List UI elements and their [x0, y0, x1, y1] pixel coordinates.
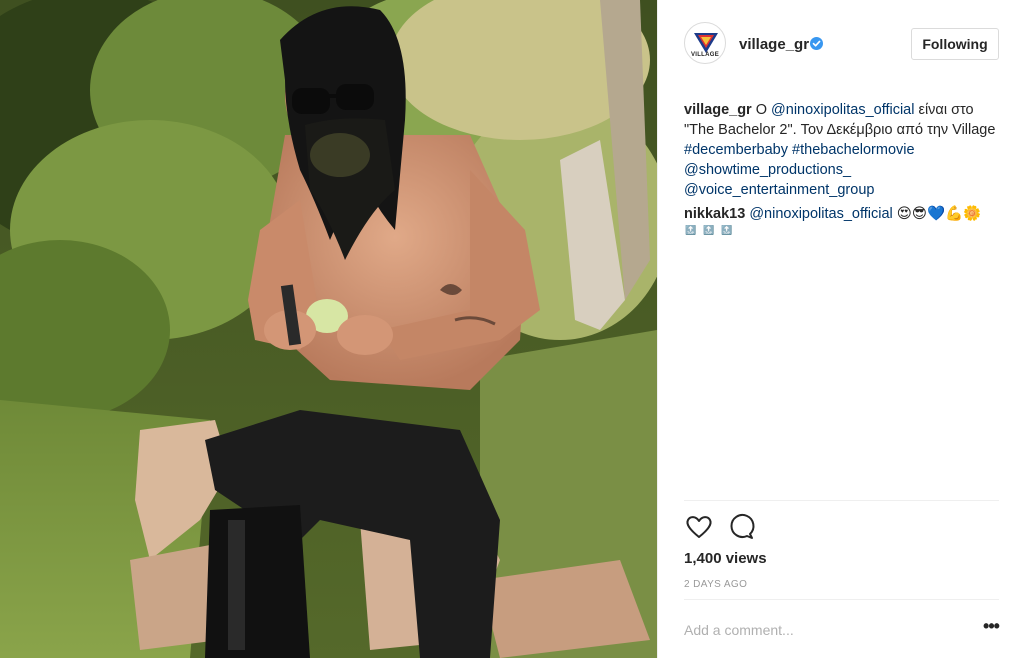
following-button[interactable]: Following — [911, 28, 999, 60]
instagram-post: VILLAGE village_gr Following village_gr … — [0, 0, 1024, 658]
author-username[interactable]: village_gr — [739, 36, 809, 53]
comment-username[interactable]: nikkak13 — [684, 206, 745, 222]
caption-text-segment: Ο — [755, 102, 772, 118]
caption-link[interactable]: @ninoxipolitas_official — [771, 102, 914, 118]
caption-link[interactable]: #thebachelormovie — [792, 142, 915, 158]
comment-mention-link[interactable]: @ninoxipolitas_official — [749, 206, 892, 222]
post-timestamp[interactable]: 2 DAYS AGO — [684, 579, 747, 590]
author-avatar[interactable]: VILLAGE — [684, 22, 726, 64]
top-arrow-icon: 🔝 — [721, 225, 733, 235]
divider — [684, 500, 999, 501]
verified-badge-icon — [810, 37, 823, 50]
top-arrow-icon: 🔝 — [703, 225, 715, 235]
top-arrow-icon: 🔝 — [685, 225, 697, 235]
post-header: VILLAGE village_gr Following — [658, 0, 1024, 88]
caption-link[interactable]: #decemberbaby — [684, 142, 788, 158]
caption-username[interactable]: village_gr — [684, 102, 752, 118]
video-frame-image — [0, 0, 657, 658]
comment-emojis: 😍😎💙💪🌼 — [896, 206, 982, 222]
add-comment-input[interactable] — [684, 619, 974, 641]
view-count[interactable]: 1,400 views — [684, 550, 767, 567]
divider — [684, 599, 999, 600]
comment-item: nikkak13 @ninoxipolitas_official 😍😎💙💪🌼 🔝… — [684, 204, 1004, 235]
caption-link[interactable]: @voice_entertainment_group — [684, 182, 874, 198]
heart-icon[interactable] — [684, 512, 714, 542]
post-video[interactable] — [0, 0, 657, 658]
caption-comment: village_gr Ο @ninoxipolitas_official είν… — [684, 100, 1004, 200]
top-badges: 🔝 🔝 🔝 — [684, 226, 1004, 235]
comments-section: village_gr Ο @ninoxipolitas_official είν… — [684, 100, 1004, 239]
post-details-panel: VILLAGE village_gr Following village_gr … — [657, 0, 1024, 658]
avatar-label: VILLAGE — [690, 52, 720, 58]
comment-bubble-icon[interactable] — [726, 512, 756, 542]
more-options-icon[interactable]: ••• — [978, 617, 1004, 640]
caption-link[interactable]: @showtime_productions_ — [684, 162, 851, 178]
